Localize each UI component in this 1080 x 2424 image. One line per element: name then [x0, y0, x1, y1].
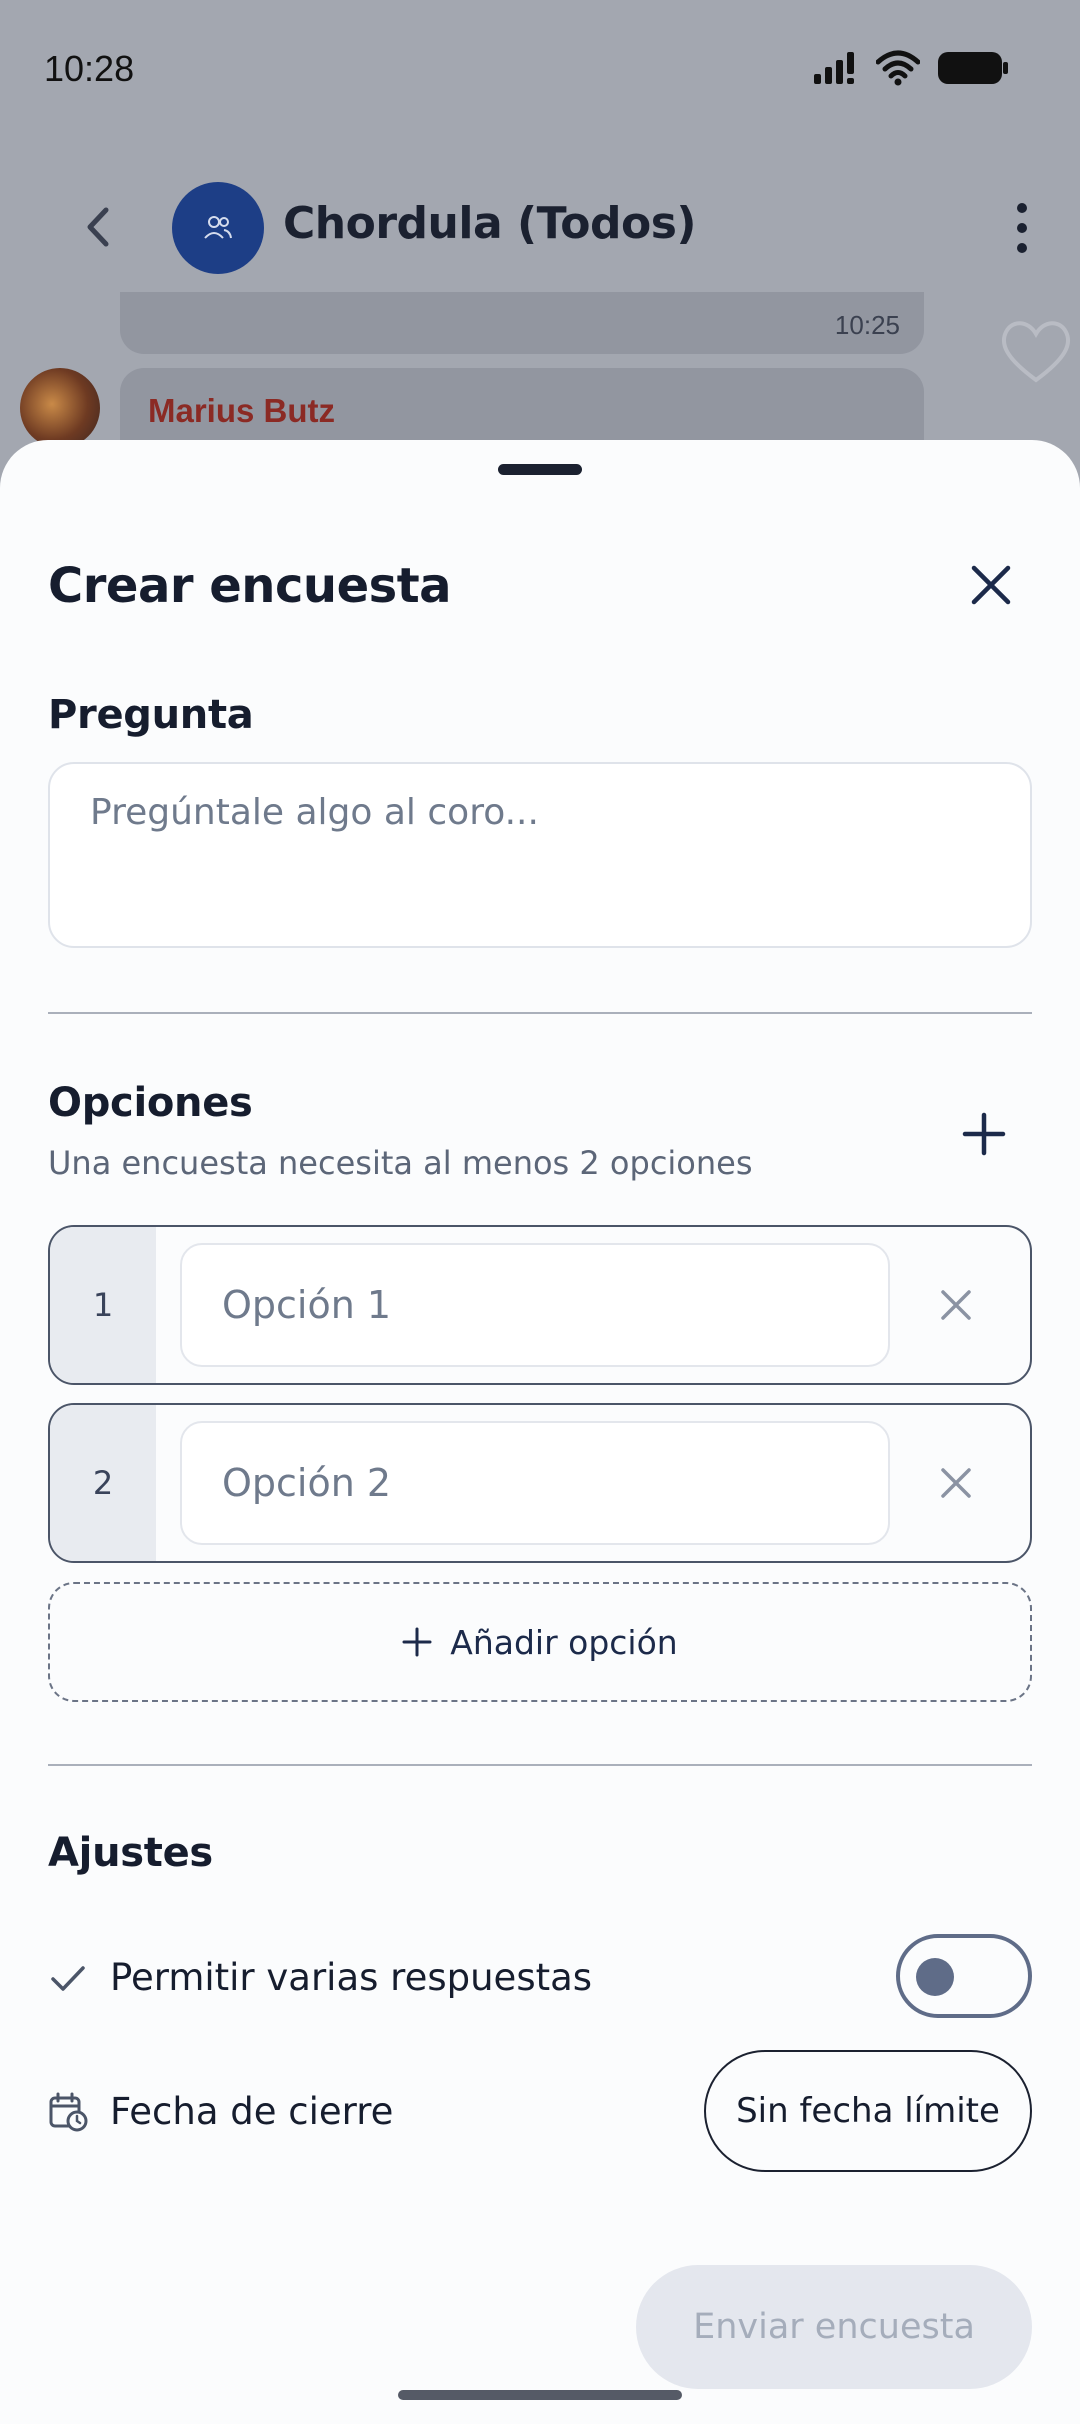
options-label: Opciones: [48, 1080, 253, 1126]
option-number[interactable]: 1: [50, 1227, 156, 1383]
divider: [48, 1764, 1032, 1766]
sender-name: Marius Butz: [148, 392, 336, 429]
closing-date-setting: Fecha de cierre Sin fecha límite: [48, 2050, 1032, 2172]
option-row: 1 Opción 1: [48, 1225, 1032, 1385]
option-input[interactable]: Opción 1: [180, 1243, 890, 1367]
drag-handle[interactable]: [498, 464, 582, 475]
multiple-answers-setting: Permitir varias respuestas: [48, 1928, 1032, 2028]
back-arrow-icon[interactable]: [78, 202, 118, 252]
chat-header: Chordula (Todos): [0, 170, 1080, 285]
question-label: Pregunta: [48, 692, 254, 738]
check-icon: [51, 1966, 85, 1991]
close-icon[interactable]: [966, 560, 1016, 610]
sheet-title: Crear encuesta: [48, 558, 452, 614]
more-options-icon[interactable]: [1012, 200, 1032, 256]
home-indicator: [398, 2390, 682, 2400]
battery-icon: [938, 52, 1008, 84]
group-avatar[interactable]: [172, 182, 264, 274]
add-option-plus-icon[interactable]: [962, 1112, 1006, 1156]
options-hint: Una encuesta necesita al menos 2 opcione…: [48, 1144, 753, 1182]
status-bar: 10:28: [0, 0, 1080, 140]
option-row: 2 Opción 2: [48, 1403, 1032, 1563]
remove-option-icon[interactable]: [938, 1465, 974, 1501]
add-option-label: Añadir opción: [450, 1622, 678, 1662]
remove-option-icon[interactable]: [938, 1287, 974, 1323]
multiple-answers-label: Permitir varias respuestas: [110, 1956, 593, 1999]
question-input[interactable]: Pregúntale algo al coro...: [48, 762, 1032, 948]
message-time: 10:25: [834, 310, 900, 340]
calendar-clock-icon: [49, 2092, 88, 2132]
option-number[interactable]: 2: [50, 1405, 156, 1561]
closing-date-button[interactable]: Sin fecha límite: [704, 2050, 1032, 2172]
toggle-knob: [916, 1958, 954, 1996]
chat-title[interactable]: Chordula (Todos): [283, 198, 697, 249]
message-bubble: 10:25: [120, 292, 924, 354]
send-poll-button[interactable]: Enviar encuesta: [636, 2265, 1032, 2389]
plus-icon: [402, 1627, 432, 1657]
option-input[interactable]: Opción 2: [180, 1421, 890, 1545]
add-option-button[interactable]: Añadir opción: [48, 1582, 1032, 1702]
signal-icon: [814, 52, 854, 84]
status-icons: [812, 50, 1010, 86]
status-time: 10:28: [44, 48, 135, 89]
sender-avatar[interactable]: [20, 368, 100, 448]
multiple-answers-toggle[interactable]: [896, 1934, 1032, 2018]
group-icon: [204, 216, 232, 239]
closing-date-label: Fecha de cierre: [110, 2090, 394, 2133]
create-poll-sheet: Crear encuesta Pregunta Pregúntale algo …: [0, 440, 1080, 2424]
wifi-icon: [876, 50, 920, 86]
settings-label: Ajustes: [48, 1830, 213, 1876]
heart-icon: [1001, 321, 1071, 383]
divider: [48, 1012, 1032, 1014]
